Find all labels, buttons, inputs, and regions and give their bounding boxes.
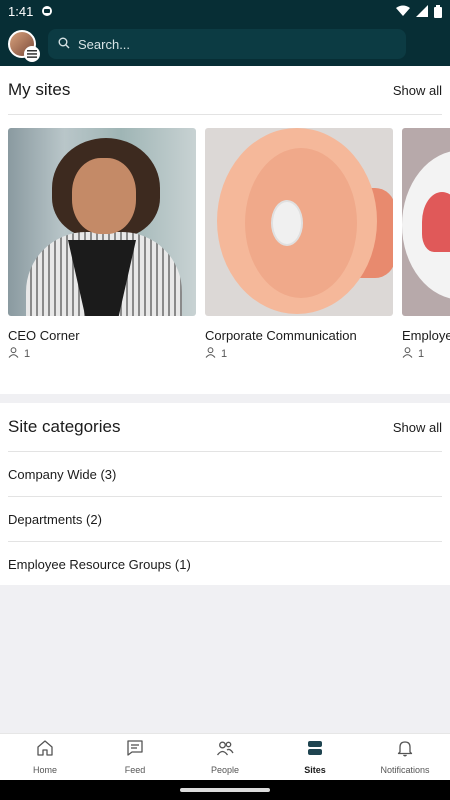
- nav-feed[interactable]: Feed: [90, 734, 180, 780]
- nav-label: Home: [32, 765, 57, 775]
- home-gesture-handle[interactable]: [180, 788, 270, 792]
- my-sites-show-all-button[interactable]: Show all: [393, 83, 442, 98]
- site-thumbnail: [8, 128, 196, 316]
- member-count: 1: [221, 348, 228, 360]
- category-item[interactable]: Employee Resource Groups (1): [8, 541, 442, 586]
- search-box[interactable]: [48, 29, 406, 59]
- my-sites-section: My sites Show all CEO Corner 1 Corporate…: [0, 66, 450, 394]
- menu-icon: [24, 46, 40, 62]
- site-card-corporate-communication[interactable]: Corporate Communication 1: [205, 128, 393, 361]
- site-card-name: CEO Corner: [8, 328, 80, 343]
- my-sites-title: My sites: [8, 80, 71, 99]
- nav-label: Sites: [304, 765, 326, 775]
- nav-label: People: [210, 765, 240, 775]
- site-members: 1: [402, 347, 450, 361]
- site-card-employee-resource-groups[interactable]: Employee Resource Groups 1: [402, 128, 450, 361]
- site-categories-section: Site categories Show all Company Wide (3…: [0, 403, 450, 585]
- site-cards-carousel[interactable]: CEO Corner 1 Corporate Communication 1 E…: [8, 128, 450, 361]
- nav-sites[interactable]: Sites: [270, 734, 360, 780]
- person-icon: [8, 347, 19, 361]
- signal-icon: [416, 5, 428, 17]
- member-count: 1: [418, 348, 425, 360]
- profile-avatar[interactable]: [8, 30, 40, 62]
- category-list: Company Wide (3) Departments (2) Employe…: [0, 451, 450, 586]
- nav-label: Notifications: [380, 765, 430, 775]
- status-time: 1:41: [8, 3, 34, 19]
- site-members: 1: [8, 347, 196, 361]
- feed-icon: [126, 739, 144, 762]
- system-gesture-bar: [0, 780, 450, 800]
- bottom-navigation: Home Feed People Sites Notifications: [0, 733, 450, 780]
- nav-home[interactable]: Home: [0, 734, 90, 780]
- people-icon: [216, 739, 234, 762]
- notification-icon: [41, 5, 53, 17]
- site-categories-title: Site categories: [8, 417, 121, 436]
- category-item[interactable]: Company Wide (3): [8, 451, 442, 496]
- site-categories-show-all-button[interactable]: Show all: [393, 420, 442, 435]
- status-bar: 1:41: [0, 0, 450, 22]
- my-sites-header: My sites Show all: [0, 66, 450, 114]
- category-item[interactable]: Departments (2): [8, 496, 442, 541]
- person-icon: [402, 347, 413, 361]
- site-card-ceo-corner[interactable]: CEO Corner 1: [8, 128, 196, 361]
- site-thumbnail: [205, 128, 393, 316]
- divider: [8, 114, 442, 115]
- wifi-icon: [396, 5, 410, 17]
- member-count: 1: [24, 348, 31, 360]
- search-input[interactable]: [78, 36, 396, 52]
- person-icon: [205, 347, 216, 361]
- home-icon: [36, 739, 54, 762]
- search-icon: [58, 37, 70, 52]
- sites-icon: [306, 739, 324, 762]
- bell-icon: [396, 739, 414, 762]
- site-card-name: Corporate Communication: [205, 328, 357, 343]
- battery-icon: [434, 4, 442, 18]
- nav-label: Feed: [124, 765, 146, 775]
- site-categories-header: Site categories Show all: [0, 403, 450, 451]
- site-thumbnail: [402, 128, 450, 316]
- nav-people[interactable]: People: [180, 734, 270, 780]
- top-app-bar: [0, 22, 450, 66]
- site-members: 1: [205, 347, 393, 361]
- site-card-name: Employee Resource Groups: [402, 328, 450, 343]
- nav-notifications[interactable]: Notifications: [360, 734, 450, 780]
